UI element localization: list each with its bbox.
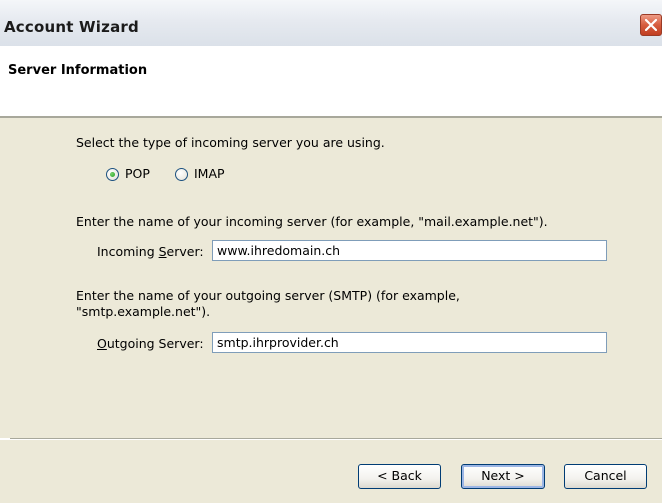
- wizard-footer: < Back Next > Cancel: [0, 440, 662, 503]
- account-wizard-window: Account Wizard Server Information Select…: [0, 0, 662, 503]
- wizard-header: Server Information: [0, 46, 662, 116]
- back-button[interactable]: < Back: [358, 464, 441, 489]
- title-bar: Account Wizard: [0, 0, 662, 46]
- incoming-server-field[interactable]: www.ihredomain.ch: [212, 240, 607, 261]
- outgoing-server-accelerator: O: [97, 336, 107, 351]
- radio-pop-label[interactable]: POP: [125, 166, 150, 181]
- incoming-server-label: Incoming Server:: [97, 244, 204, 259]
- radio-imap[interactable]: [175, 168, 188, 181]
- incoming-server-prompt: Enter the name of your incoming server (…: [76, 214, 548, 229]
- outgoing-server-field[interactable]: smtp.ihrprovider.ch: [212, 332, 607, 353]
- close-icon: [645, 19, 657, 31]
- close-button[interactable]: [640, 14, 662, 36]
- next-button[interactable]: Next >: [461, 464, 545, 489]
- outgoing-server-label: Outgoing Server:: [97, 336, 204, 351]
- outgoing-server-prompt-line2: "smtp.example.net").: [76, 304, 211, 319]
- window-title: Account Wizard: [4, 18, 139, 36]
- radio-pop[interactable]: [106, 168, 119, 181]
- radio-imap-label[interactable]: IMAP: [194, 166, 225, 181]
- outgoing-server-prompt-line1: Enter the name of your outgoing server (…: [76, 288, 460, 303]
- wizard-content: Select the type of incoming server you a…: [0, 118, 662, 438]
- cancel-button[interactable]: Cancel: [564, 464, 647, 489]
- page-title: Server Information: [8, 63, 148, 78]
- server-type-prompt: Select the type of incoming server you a…: [76, 135, 385, 150]
- incoming-server-accelerator: S: [158, 244, 167, 259]
